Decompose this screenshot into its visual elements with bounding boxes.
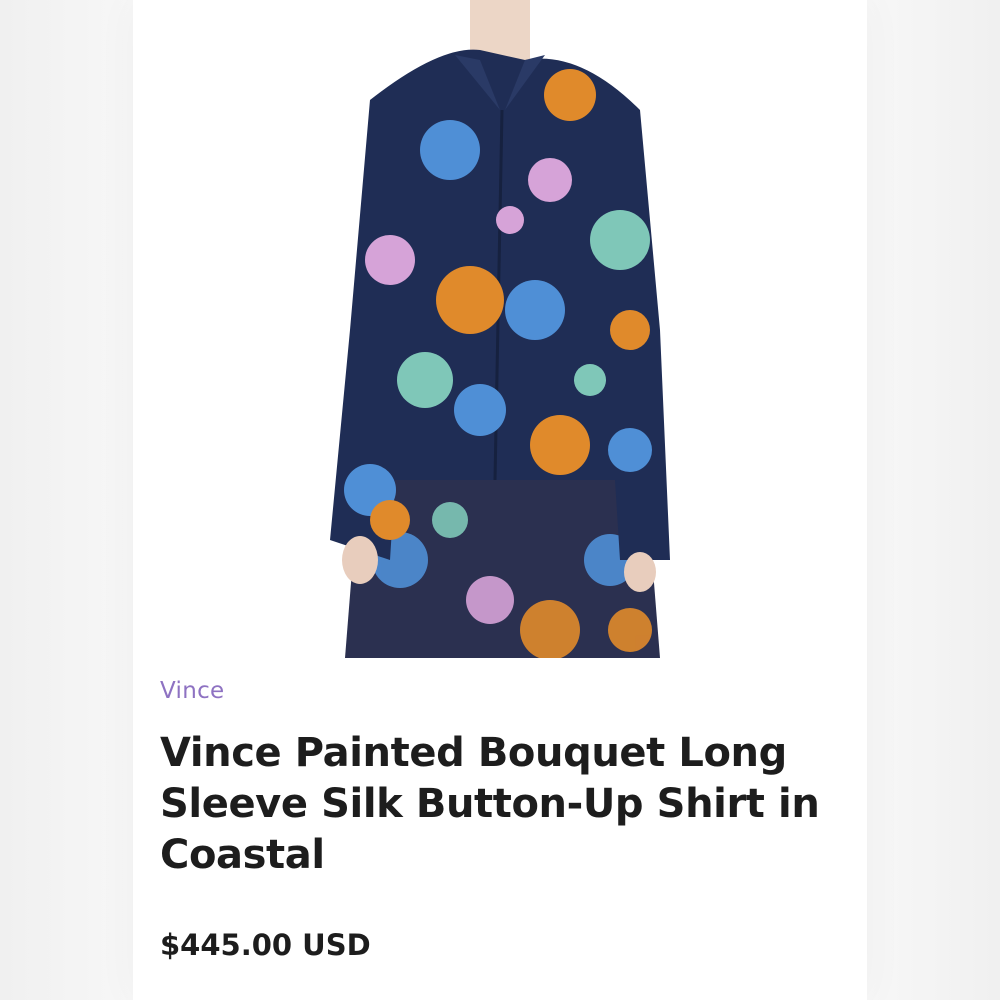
brand-link[interactable]: Vince	[160, 678, 225, 704]
product-price: $445.00 USD	[160, 928, 371, 962]
product-title: Vince Painted Bouquet Long Sleeve Silk B…	[160, 730, 820, 878]
left-margin	[0, 0, 133, 1000]
right-margin	[867, 0, 1000, 1000]
product-image[interactable]	[330, 0, 675, 658]
